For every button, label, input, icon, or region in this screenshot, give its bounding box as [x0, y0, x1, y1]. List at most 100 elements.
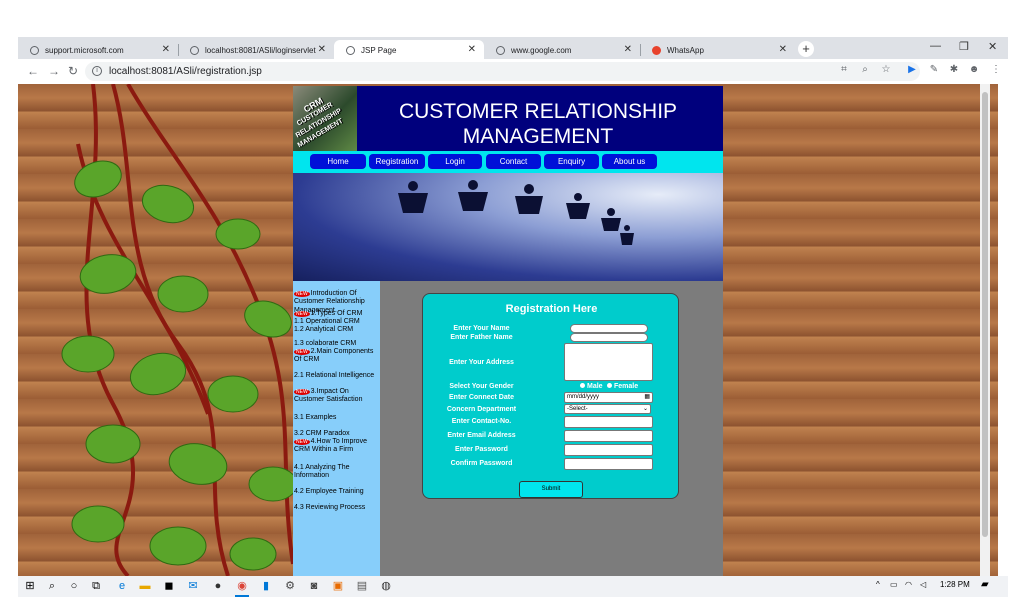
- close-tab-icon[interactable]: ✕: [624, 44, 632, 55]
- father-name-input[interactable]: [570, 333, 648, 342]
- nav-about-us[interactable]: About us: [602, 154, 657, 169]
- restore-icon[interactable]: ❐: [959, 40, 969, 53]
- tray-chevron-icon[interactable]: ^: [876, 580, 880, 589]
- menu-kebab-icon[interactable]: ⋮: [990, 64, 1002, 76]
- sidebar-link[interactable]: 4.2 Employee Training: [294, 488, 380, 496]
- translate-icon[interactable]: ⌗: [838, 64, 850, 76]
- sidebar-link[interactable]: NEW 4.How To Improve CRM Within a Firm: [294, 438, 380, 455]
- sidebar-link[interactable]: 1.2 Analytical CRM: [294, 326, 380, 334]
- media-play-icon[interactable]: ▶: [906, 64, 918, 76]
- windows-taskbar: ⊞ ⌕ ○ ⧉ e ▬ ◼ ✉ ● ◉ ▮ ⚙ ◙ ▣ ▤ ◍ ^ ▭ ◠ ◁ …: [18, 576, 1008, 597]
- name-input[interactable]: [570, 324, 648, 333]
- department-select[interactable]: -Select- ⌄: [564, 404, 651, 414]
- submit-button[interactable]: Submit: [519, 481, 583, 498]
- profile-avatar-icon[interactable]: ☻: [968, 64, 980, 76]
- nav-login[interactable]: Login: [428, 154, 482, 169]
- whatsapp-alert-icon: [652, 45, 661, 55]
- forward-icon[interactable]: →: [48, 64, 60, 78]
- label-name: Enter Your Name: [453, 325, 510, 332]
- extension-pen-icon[interactable]: ✎: [928, 64, 940, 76]
- back-icon[interactable]: ←: [27, 64, 39, 78]
- vine-background-image: [61, 84, 298, 576]
- close-tab-icon[interactable]: ✕: [779, 44, 787, 55]
- sidebar-link[interactable]: 4.1 Analyzing The Information: [294, 464, 380, 481]
- label-department: Concern Department: [446, 406, 517, 413]
- banner-image: [293, 173, 723, 281]
- battery-icon[interactable]: ▭: [890, 580, 898, 589]
- nav-contact[interactable]: Contact: [486, 154, 541, 169]
- radio-dot-icon: [607, 383, 612, 388]
- tab-google[interactable]: www.google.com ✕: [484, 40, 640, 60]
- wifi-icon[interactable]: ◠: [905, 580, 912, 589]
- globe-icon: [30, 45, 39, 55]
- chrome-icon[interactable]: ◉: [235, 579, 249, 593]
- mail-icon[interactable]: ✉: [186, 579, 200, 593]
- radio-dot-icon: [580, 383, 585, 388]
- minimize-icon[interactable]: —: [930, 40, 941, 52]
- media-player-icon[interactable]: ◍: [379, 579, 393, 593]
- calendar-icon[interactable]: ▦: [644, 393, 650, 402]
- sidebar-link-label: 1.2 Analytical CRM: [294, 326, 354, 333]
- sidebar-link-label: 1.1 Operational CRM: [294, 318, 360, 325]
- sidebar-link[interactable]: 2.1 Relational Intelligence: [294, 372, 380, 380]
- reload-icon[interactable]: ↻: [68, 64, 78, 78]
- tab-loginservlet[interactable]: localhost:8081/ASli/loginservlet ✕: [178, 40, 334, 60]
- chevron-down-icon: ⌄: [642, 406, 648, 412]
- image-viewer-icon[interactable]: ▣: [331, 579, 345, 593]
- site-header: CRM CUSTOMER RELATIONSHIP MANAGEMENT CUS…: [293, 86, 723, 151]
- bookmark-star-icon[interactable]: ☆: [880, 64, 892, 76]
- tab-jsp-page[interactable]: JSP Page ✕: [334, 40, 484, 60]
- email-input[interactable]: [564, 430, 653, 442]
- address-bar[interactable]: i localhost:8081/ASli/registration.jsp: [85, 62, 920, 81]
- connect-date-input[interactable]: mm/dd/yyyy ▦: [564, 392, 653, 403]
- tab-support-microsoft[interactable]: support.microsoft.com ✕: [18, 40, 178, 60]
- settings-gear-icon[interactable]: ⚙: [283, 579, 297, 593]
- label-password: Enter Password: [455, 446, 508, 453]
- sidebar-link[interactable]: 3.1 Examples: [294, 414, 380, 422]
- file-explorer-icon[interactable]: ▬: [138, 579, 152, 593]
- windows-start-icon[interactable]: ⊞: [23, 579, 37, 593]
- search-icon[interactable]: ⌕: [45, 579, 59, 593]
- close-window-icon[interactable]: ✕: [988, 40, 997, 53]
- tab-whatsapp[interactable]: WhatsApp ✕: [640, 40, 795, 60]
- edge-icon[interactable]: e: [115, 579, 129, 593]
- contact-input[interactable]: [564, 416, 653, 428]
- sidebar-link[interactable]: 4.3 Reviewing Process: [294, 504, 380, 512]
- gender-male-radio[interactable]: Male: [580, 383, 603, 390]
- nav-registration[interactable]: Registration: [369, 154, 425, 169]
- sidebar-link-label: 2.1 Relational Intelligence: [294, 372, 375, 379]
- nav-enquiry[interactable]: Enquiry: [544, 154, 599, 169]
- notes-icon[interactable]: ▤: [355, 579, 369, 593]
- sidebar-link-label: 4.2 Employee Training: [294, 488, 364, 495]
- notification-icon[interactable]: ▰: [981, 579, 989, 590]
- sidebar-link-label: 1.3 colaborate CRM: [294, 340, 357, 347]
- sidebar-link[interactable]: NEW 2.Main Components Of CRM: [294, 348, 380, 365]
- scrollbar-thumb[interactable]: [982, 92, 988, 537]
- sidebar-link[interactable]: NEW 3.Impact On Customer Satisfaction: [294, 388, 380, 405]
- nav-home[interactable]: Home: [310, 154, 366, 169]
- camera-icon[interactable]: ◙: [307, 579, 321, 593]
- task-view-icon[interactable]: ⧉: [89, 579, 103, 593]
- crm-logo: CRM CUSTOMER RELATIONSHIP MANAGEMENT: [293, 86, 357, 151]
- new-tab-button[interactable]: +: [798, 41, 814, 57]
- gender-female-radio[interactable]: Female: [607, 383, 638, 390]
- cortana-icon[interactable]: ○: [67, 579, 81, 593]
- close-tab-icon[interactable]: ✕: [318, 44, 326, 55]
- address-textarea[interactable]: [564, 343, 653, 381]
- sidebar-link-label: 3.1 Examples: [294, 414, 337, 421]
- page-scrollbar[interactable]: [980, 84, 990, 576]
- zoom-icon[interactable]: ⌕: [859, 64, 871, 76]
- clock[interactable]: 1:28 PM: [940, 580, 970, 589]
- close-tab-icon[interactable]: ✕: [468, 44, 476, 55]
- app-icon[interactable]: ●: [211, 579, 225, 593]
- close-tab-icon[interactable]: ✕: [162, 44, 170, 55]
- info-icon[interactable]: i: [92, 66, 102, 76]
- extensions-puzzle-icon[interactable]: ✱: [948, 64, 960, 76]
- phone-icon[interactable]: ▮: [259, 579, 273, 593]
- password-input[interactable]: [564, 444, 653, 456]
- volume-icon[interactable]: ◁: [920, 580, 926, 589]
- confirm-password-input[interactable]: [564, 458, 653, 470]
- sidebar-link-label: 4.3 Reviewing Process: [294, 504, 366, 511]
- new-badge-icon: NEW: [294, 291, 310, 297]
- store-icon[interactable]: ◼: [162, 579, 176, 593]
